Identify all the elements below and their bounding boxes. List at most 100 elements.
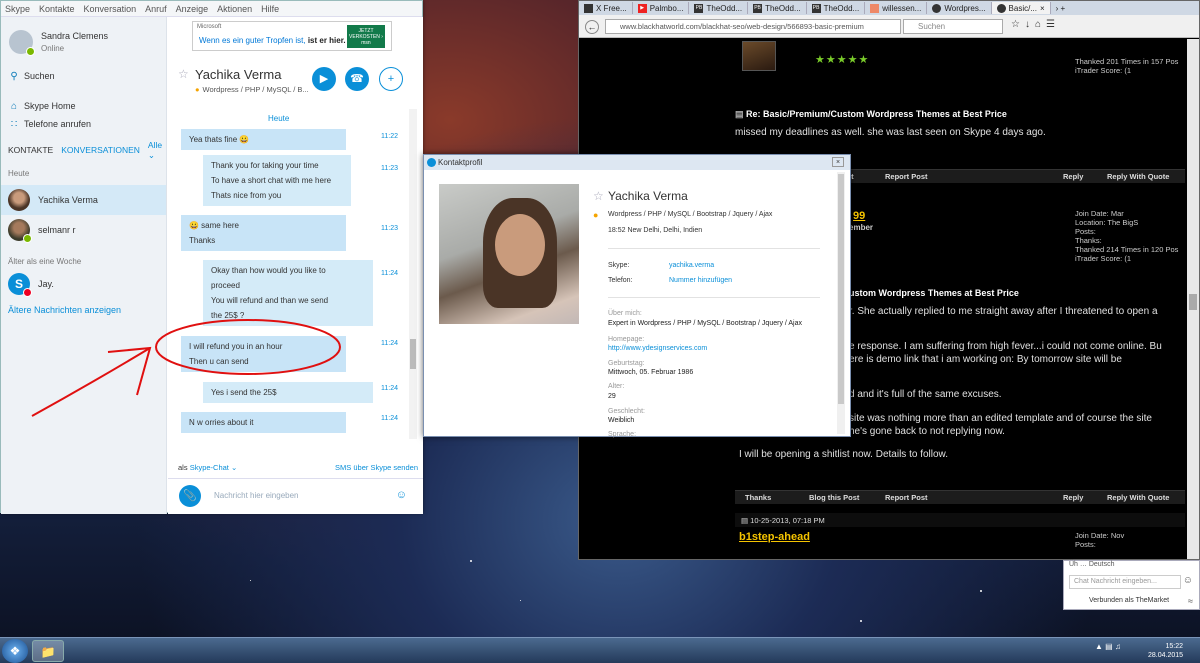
- skype-menubar: Skype Kontakte Konversation Anruf Anzeig…: [1, 1, 422, 17]
- message-time: 11:24: [381, 340, 398, 347]
- browser-tab[interactable]: X Free...: [579, 2, 633, 14]
- avatar: [8, 219, 32, 243]
- audio-call-button[interactable]: ☎: [345, 67, 369, 91]
- filter-all-dropdown[interactable]: Alle ⌄: [148, 140, 162, 161]
- chat-via-dropdown[interactable]: Skype-Chat ⌄: [190, 463, 238, 472]
- contact-selmanr[interactable]: selmanr r: [1, 215, 166, 245]
- tab-label: TheOdd...: [765, 3, 801, 13]
- search-label: Suchen: [24, 71, 55, 81]
- tab-favicon-icon: PB: [811, 3, 821, 13]
- reply-button[interactable]: Reply: [1063, 172, 1083, 181]
- stat-line: Location: The BigS: [1075, 218, 1139, 227]
- emoticon-icon[interactable]: ☺: [396, 489, 407, 501]
- my-profile[interactable]: Sandra Clemens Online: [1, 17, 166, 67]
- tab-conversations[interactable]: KONVERSATIONEN: [61, 145, 140, 155]
- explorer-taskbar-button[interactable]: 📁: [32, 640, 64, 662]
- page-scrollbar[interactable]: [1187, 39, 1199, 559]
- dialog-scrollbar[interactable]: [837, 172, 845, 434]
- menu-view[interactable]: Anzeige: [176, 4, 209, 14]
- favorite-star-icon[interactable]: ☆: [178, 67, 189, 81]
- tab-label: TheOdd...: [823, 3, 860, 13]
- message-bubble: Yes i send the 25$: [203, 382, 373, 403]
- stat-line: Posts:: [1075, 227, 1096, 236]
- scrollbar-thumb[interactable]: [1189, 294, 1197, 310]
- report-post-button[interactable]: Report Post: [885, 493, 928, 502]
- browser-tab[interactable]: PB TheOdd...: [689, 2, 749, 14]
- menu-contacts[interactable]: Kontakte: [39, 4, 75, 14]
- browser-tab[interactable]: PB TheOdd...: [748, 2, 807, 14]
- url-bar[interactable]: www.blackhatworld.com/blackhat-seo/web-d…: [605, 19, 901, 34]
- menu-help[interactable]: Hilfe: [261, 4, 279, 14]
- scrollbar-thumb[interactable]: [838, 174, 844, 404]
- tab-contacts[interactable]: KONTAKTE: [8, 145, 53, 155]
- close-button[interactable]: ×: [832, 157, 844, 167]
- new-tab-button[interactable]: › +: [1051, 2, 1071, 14]
- username-link[interactable]: 99: [853, 210, 865, 222]
- bookmark-star-icon[interactable]: ☆: [1011, 19, 1025, 30]
- report-post-button[interactable]: Report Post: [885, 172, 928, 181]
- scrollbar-thumb[interactable]: [410, 339, 416, 369]
- message-input[interactable]: Nachricht hier eingeben: [214, 491, 299, 500]
- thanks-button[interactable]: Thanks: [745, 493, 771, 502]
- date-separator: Heute: [268, 114, 290, 123]
- browser-tab[interactable]: PB TheOdd...: [807, 2, 866, 14]
- browser-tabs: X Free... ▶ Palmbo... PB TheOdd... PB TheOd…: [579, 1, 1199, 15]
- skype-sidebar: Sandra Clemens Online ⚲ Suchen ⌂ Skype Hom…: [1, 17, 167, 514]
- menu-conversation[interactable]: Konversation: [84, 4, 137, 14]
- add-people-button[interactable]: +: [379, 67, 403, 91]
- homepage-link[interactable]: http://www.ydesignservices.com: [608, 345, 707, 352]
- search-input[interactable]: Suchen: [903, 19, 1003, 34]
- network-icon[interactable]: ▤: [1105, 642, 1113, 651]
- menu-call[interactable]: Anruf: [145, 4, 167, 14]
- reply-with-quote-button[interactable]: Reply With Quote: [1107, 493, 1169, 502]
- chat-input[interactable]: Chat Nachricht eingeben...: [1069, 575, 1181, 589]
- reply-button[interactable]: Reply: [1063, 493, 1083, 502]
- back-button[interactable]: ←: [585, 20, 599, 34]
- sms-link[interactable]: SMS über Skype senden: [335, 463, 418, 472]
- browser-tab[interactable]: willessen...: [865, 2, 928, 14]
- menu-icon[interactable]: ☰: [1046, 19, 1060, 30]
- ad-banner[interactable]: Microsoft Wenn es ein guter Tropfen ist,…: [192, 21, 392, 51]
- chat-scrollbar[interactable]: [409, 109, 417, 439]
- username-link[interactable]: b1step-ahead: [739, 531, 810, 543]
- post-body: he's gone back to not replying now.: [849, 426, 1005, 437]
- blog-post-button[interactable]: Blog this Post: [809, 493, 859, 502]
- clock[interactable]: 15:22 28.04.2015: [1148, 642, 1183, 660]
- message-list: Heute Yea thats fine 😀 11:22 Thank you f…: [168, 112, 413, 452]
- call-phones-nav[interactable]: ∷ Telefone anrufen: [1, 115, 166, 133]
- browser-tab[interactable]: Wordpres...: [927, 2, 992, 14]
- sun-icon: ●: [593, 210, 599, 220]
- show-older-link[interactable]: Ältere Nachrichten anzeigen: [1, 305, 166, 315]
- reply-with-quote-button[interactable]: Reply With Quote: [1107, 172, 1169, 181]
- attach-button[interactable]: 📎: [179, 485, 201, 507]
- add-phone-link[interactable]: Nummer hinzufügen: [669, 277, 732, 284]
- skype-home-nav[interactable]: ⌂ Skype Home: [1, 97, 166, 115]
- favorite-star-icon[interactable]: ☆: [593, 189, 604, 203]
- user-stats: Join Date: Nov Posts:: [1075, 531, 1124, 549]
- browser-tab-active[interactable]: Basic/... ×: [991, 2, 1051, 14]
- stat-line: Thanked 214 Times in 120 Pos: [1075, 245, 1179, 254]
- tray-arrow-icon[interactable]: ▲: [1095, 642, 1103, 651]
- contact-yachika[interactable]: Yachika Verma: [1, 185, 166, 215]
- video-call-button[interactable]: ▶: [312, 67, 336, 91]
- skype-id[interactable]: yachika.verma: [669, 262, 714, 269]
- message-bubble: Okay than how would you like to proceed …: [203, 260, 373, 326]
- home-icon[interactable]: ⌂: [1035, 19, 1046, 30]
- volume-icon[interactable]: ♫: [1115, 642, 1121, 651]
- wifi-icon: ≈: [1188, 596, 1193, 606]
- youtube-icon: ▶: [637, 3, 647, 13]
- system-tray: ▲ ▤ ♫: [1095, 642, 1121, 651]
- post-title: ustom Wordpress Themes at Best Price: [849, 288, 1019, 298]
- search-nav[interactable]: ⚲ Suchen: [1, 67, 166, 85]
- chat-contact-name[interactable]: Yachika Verma: [195, 67, 281, 82]
- tab-label: willessen...: [882, 3, 922, 13]
- contact-jay[interactable]: S Jay.: [1, 269, 166, 299]
- menu-actions[interactable]: Aktionen: [217, 4, 252, 14]
- menu-skype[interactable]: Skype: [5, 4, 30, 14]
- start-button[interactable]: ❖: [2, 639, 28, 663]
- close-icon[interactable]: ×: [1040, 4, 1045, 13]
- language-selector[interactable]: Üh … Deutsch: [1069, 561, 1115, 568]
- emoticon-icon[interactable]: ☺: [1183, 575, 1193, 586]
- browser-tab[interactable]: ▶ Palmbo...: [633, 2, 690, 14]
- downloads-icon[interactable]: ↓: [1025, 19, 1035, 30]
